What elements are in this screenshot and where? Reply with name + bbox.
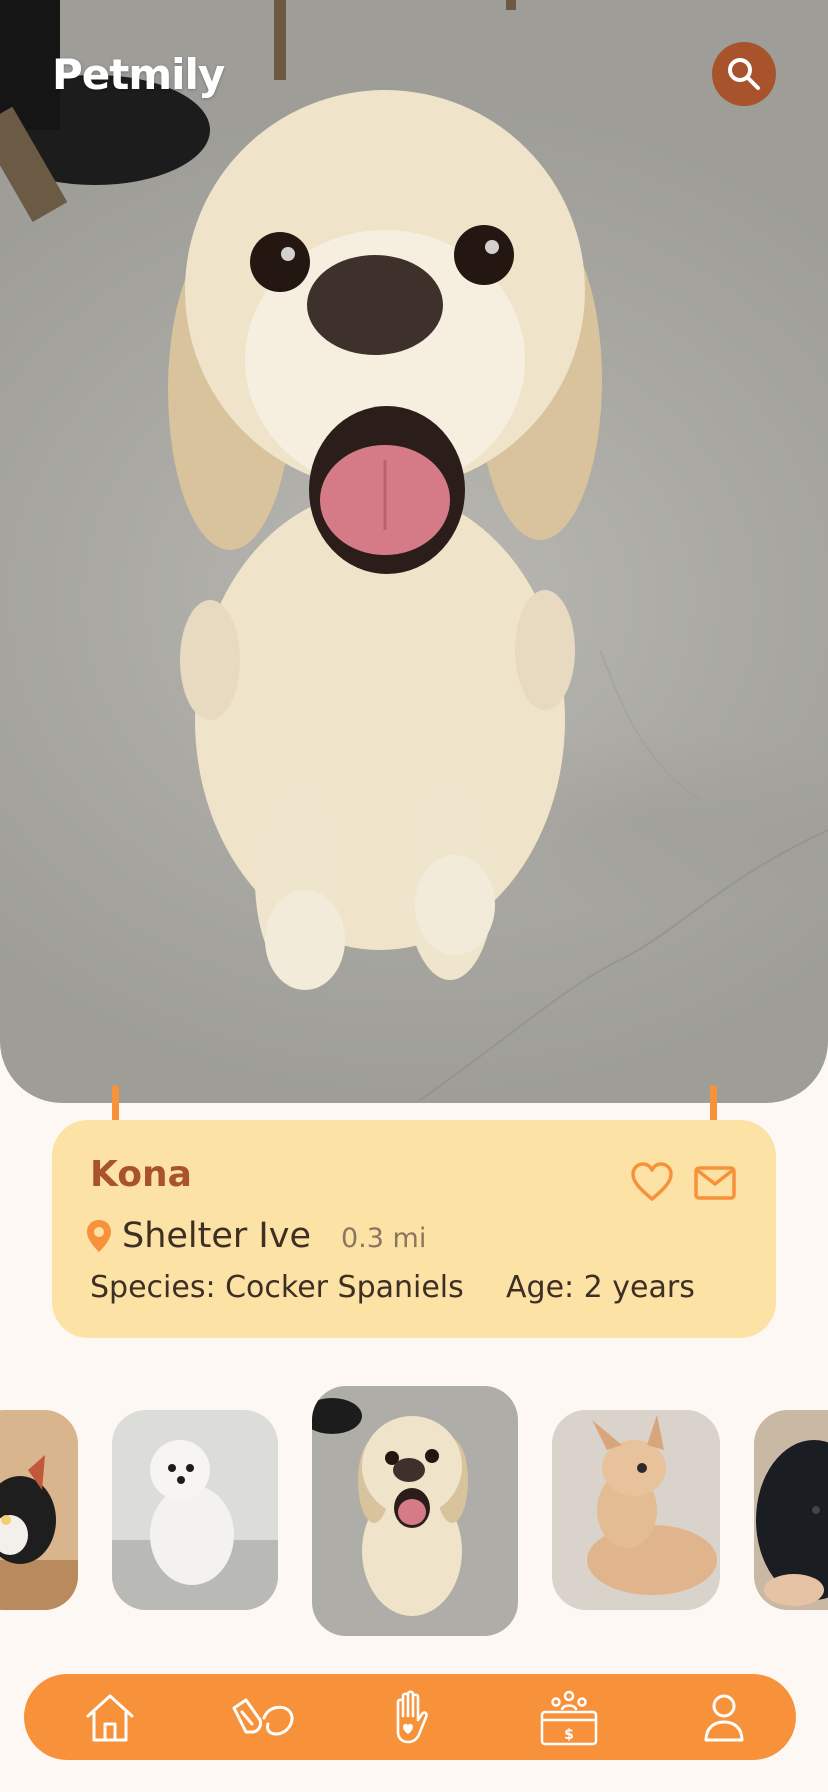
search-button[interactable] (712, 42, 776, 106)
thumbnail-black-spitz[interactable] (754, 1410, 828, 1610)
heart-hand-icon (396, 1690, 428, 1744)
nav-home[interactable] (80, 1688, 140, 1748)
shelter-name: Shelter Ive (122, 1216, 311, 1256)
app-logo: Petmily (52, 50, 225, 99)
nav-donate[interactable]: $ (538, 1688, 600, 1748)
donation-icon: $ (540, 1690, 598, 1746)
location-pin-icon (87, 1220, 111, 1252)
location-row: Shelter Ive 0.3 mi (86, 1216, 426, 1256)
dog-photo (0, 0, 828, 1101)
cocker-spaniel-photo (312, 1386, 518, 1636)
svg-text:$: $ (564, 1727, 574, 1743)
heart-icon[interactable] (630, 1162, 674, 1202)
nav-care[interactable] (228, 1688, 300, 1748)
care-hands-icon (232, 1698, 294, 1736)
search-icon (728, 58, 760, 90)
thumbnail-orange-kitten[interactable] (552, 1410, 720, 1610)
age: Age: 2 years (506, 1270, 695, 1305)
orange-kitten-photo (552, 1410, 720, 1610)
species: Species: Cocker Spaniels (90, 1270, 464, 1305)
calico-kitten-photo (0, 1410, 78, 1610)
white-maltese-photo (112, 1410, 278, 1610)
nav-profile[interactable] (694, 1688, 754, 1748)
mail-icon[interactable] (694, 1166, 736, 1200)
pet-name: Kona (90, 1154, 192, 1195)
thumbnail-cocker-spaniel-selected[interactable] (312, 1386, 518, 1636)
distance: 0.3 mi (341, 1223, 427, 1254)
thumbnail-white-maltese[interactable] (112, 1410, 278, 1610)
bottom-nav: $ (24, 1674, 796, 1760)
black-spitz-photo (754, 1410, 828, 1610)
pet-info-card: Kona Shelter Ive 0.3 mi Species: Cocker … (52, 1120, 776, 1338)
nav-adopt[interactable] (382, 1688, 442, 1748)
home-icon (86, 1694, 134, 1742)
profile-icon (704, 1694, 744, 1742)
pet-hero-photo: Petmily (0, 0, 828, 1103)
thumbnail-calico-kitten[interactable] (0, 1410, 78, 1610)
